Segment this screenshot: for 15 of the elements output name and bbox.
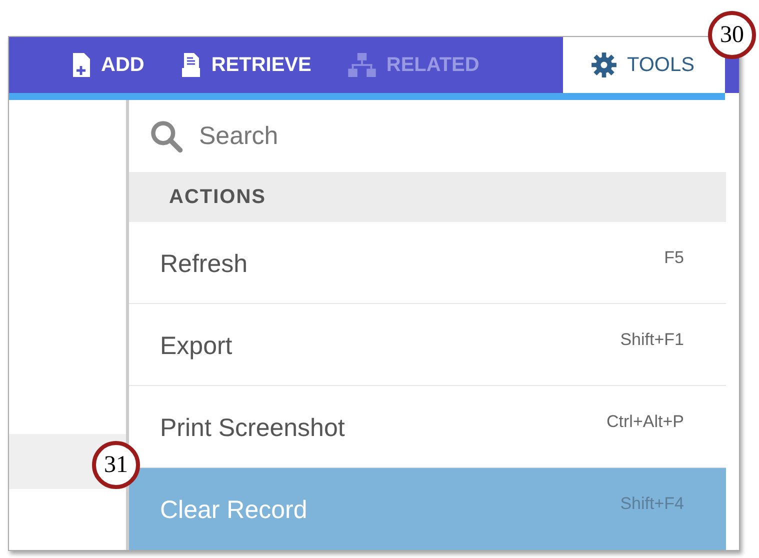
menu-item[interactable]: Export Shift+F1	[129, 304, 726, 386]
menu-item[interactable]: Refresh F5	[129, 222, 726, 304]
shortcut-label: Shift+F1	[620, 330, 684, 351]
callout-number: 30	[708, 11, 756, 59]
toolbar-tab[interactable]: RETRIEVE	[166, 37, 334, 93]
search-icon	[149, 119, 183, 153]
shortcut-label: Ctrl+Alt+P	[606, 412, 684, 433]
hierarchy-icon	[348, 53, 376, 77]
toolbar-tab[interactable]: ADD	[56, 37, 166, 93]
gear-icon	[591, 52, 617, 78]
shortcut-label: Shift+F4	[620, 494, 684, 515]
shortcut-label: F5	[664, 248, 684, 269]
section-heading: ACTIONS	[169, 186, 266, 208]
document-tray-icon	[181, 53, 202, 77]
document-plus-icon	[71, 53, 91, 77]
